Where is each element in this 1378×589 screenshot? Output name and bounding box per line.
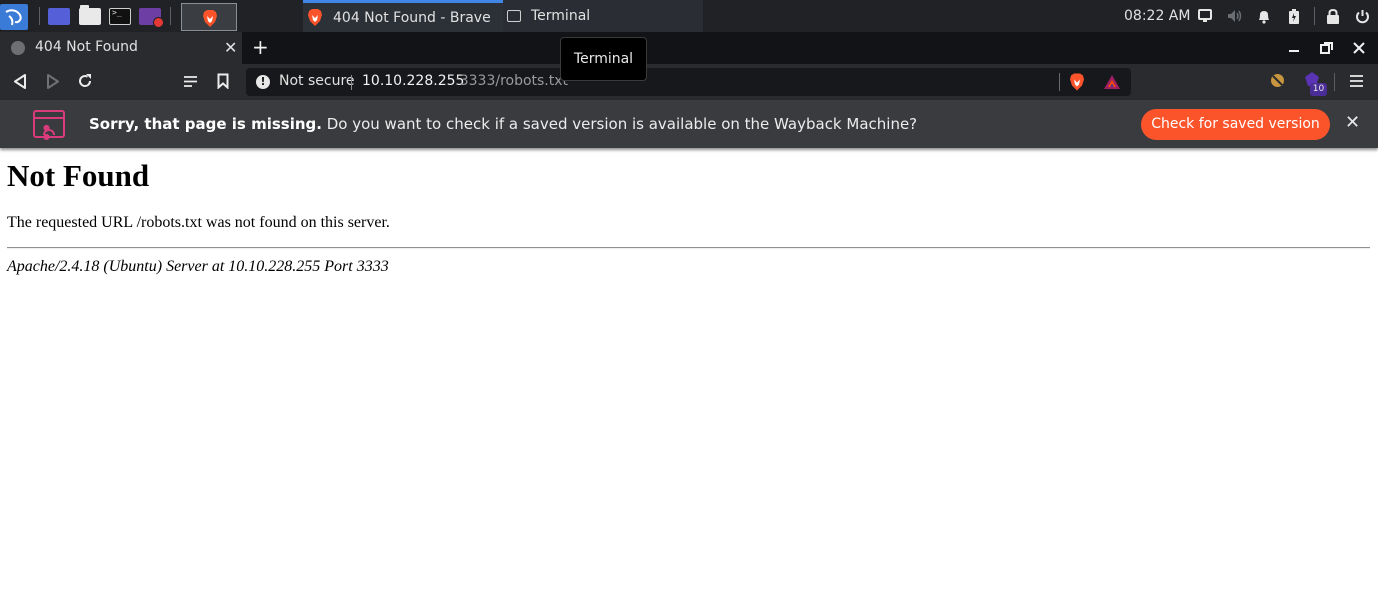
brave-rewards-icon[interactable] xyxy=(1103,74,1121,90)
security-label[interactable]: Not secure xyxy=(279,73,355,89)
show-desktop-icon[interactable] xyxy=(48,8,70,25)
extension-cookie-icon[interactable] xyxy=(1270,73,1285,88)
notification-bell-icon[interactable] xyxy=(1257,9,1271,24)
panel-separator xyxy=(1314,7,1315,25)
minimize-icon[interactable] xyxy=(1288,45,1300,53)
server-signature: Apache/2.4.18 (Ubuntu) Server at 10.10.2… xyxy=(7,258,389,275)
infobar-message: Sorry, that page is missing. Do you want… xyxy=(89,115,917,133)
sad-page-icon: ● ● xyxy=(33,110,65,141)
file-manager-icon[interactable] xyxy=(79,5,101,25)
page-heading: Not Found xyxy=(7,158,150,193)
clock[interactable]: 08:22 AM xyxy=(1124,8,1190,24)
tab-title: 404 Not Found xyxy=(35,39,138,55)
url-separator xyxy=(1059,73,1060,91)
top-panel: 404 Not Found - Brave Terminal 08:22 AM xyxy=(0,0,1378,32)
globe-icon xyxy=(11,41,25,55)
panel-separator xyxy=(39,7,40,25)
volume-icon[interactable] xyxy=(1227,9,1243,23)
browser-toolbar: ! Not secure 10.10.228.255 :3333/robots.… xyxy=(0,64,1378,100)
tab-404-not-found[interactable]: 404 Not Found ✕ xyxy=(0,32,242,64)
taskbar-item-label: Terminal xyxy=(531,8,591,24)
menu-icon[interactable] xyxy=(1350,75,1363,87)
url-separator xyxy=(351,75,352,90)
warning-icon[interactable]: ! xyxy=(256,75,270,89)
infobar-text: Do you want to check if a saved version … xyxy=(321,115,918,133)
terminal-icon xyxy=(507,10,521,22)
brave-shields-icon[interactable] xyxy=(1069,73,1085,91)
bookmark-icon[interactable] xyxy=(217,73,229,89)
url-path[interactable]: :3333/robots.txt xyxy=(455,73,568,89)
terminal-launcher-icon[interactable] xyxy=(109,8,131,25)
address-bar[interactable]: ! Not secure 10.10.228.255 :3333/robots.… xyxy=(246,68,1131,96)
brave-lion-icon xyxy=(203,10,217,27)
back-icon[interactable] xyxy=(13,74,27,89)
display-icon[interactable] xyxy=(1198,9,1212,23)
close-window-icon[interactable] xyxy=(1353,42,1365,54)
terminal-tooltip: Terminal xyxy=(560,37,647,81)
power-icon[interactable] xyxy=(1355,9,1370,24)
error-message: The requested URL /robots.txt was not fo… xyxy=(7,214,390,231)
wayback-infobar: ● ● Sorry, that page is missing. Do you … xyxy=(0,100,1378,148)
url-host[interactable]: 10.10.228.255 xyxy=(362,73,464,89)
forward-icon[interactable] xyxy=(46,74,60,89)
close-infobar-icon[interactable]: ✕ xyxy=(1345,112,1360,133)
workspace-switcher[interactable] xyxy=(181,3,237,31)
toolbar-separator xyxy=(1334,73,1335,91)
reload-icon[interactable] xyxy=(77,73,93,89)
kali-menu-icon[interactable] xyxy=(0,4,28,30)
close-tab-icon[interactable]: ✕ xyxy=(224,38,237,57)
battery-icon[interactable] xyxy=(1288,9,1300,24)
taskbar-item-label: 404 Not Found - Brave xyxy=(333,9,491,26)
extension-badge: 10 xyxy=(1310,83,1327,96)
taskbar-item-brave[interactable]: 404 Not Found - Brave xyxy=(303,0,503,32)
infobar-bold-text: Sorry, that page is missing. xyxy=(89,115,322,133)
check-saved-version-button[interactable]: Check for saved version xyxy=(1141,109,1330,140)
panel-separator xyxy=(170,7,171,25)
taskbar-item-terminal[interactable]: Terminal xyxy=(503,0,703,32)
lock-screen-icon[interactable] xyxy=(1326,9,1340,24)
restore-icon[interactable] xyxy=(1320,42,1333,54)
brave-lion-icon xyxy=(308,9,322,26)
reader-mode-icon[interactable] xyxy=(183,75,198,88)
tab-strip: 404 Not Found ✕ + xyxy=(0,32,1378,64)
divider xyxy=(7,247,1370,249)
page-content: Not Found The requested URL /robots.txt … xyxy=(0,148,1378,589)
new-tab-button[interactable]: + xyxy=(252,35,269,59)
screen-recorder-icon[interactable] xyxy=(139,8,164,28)
